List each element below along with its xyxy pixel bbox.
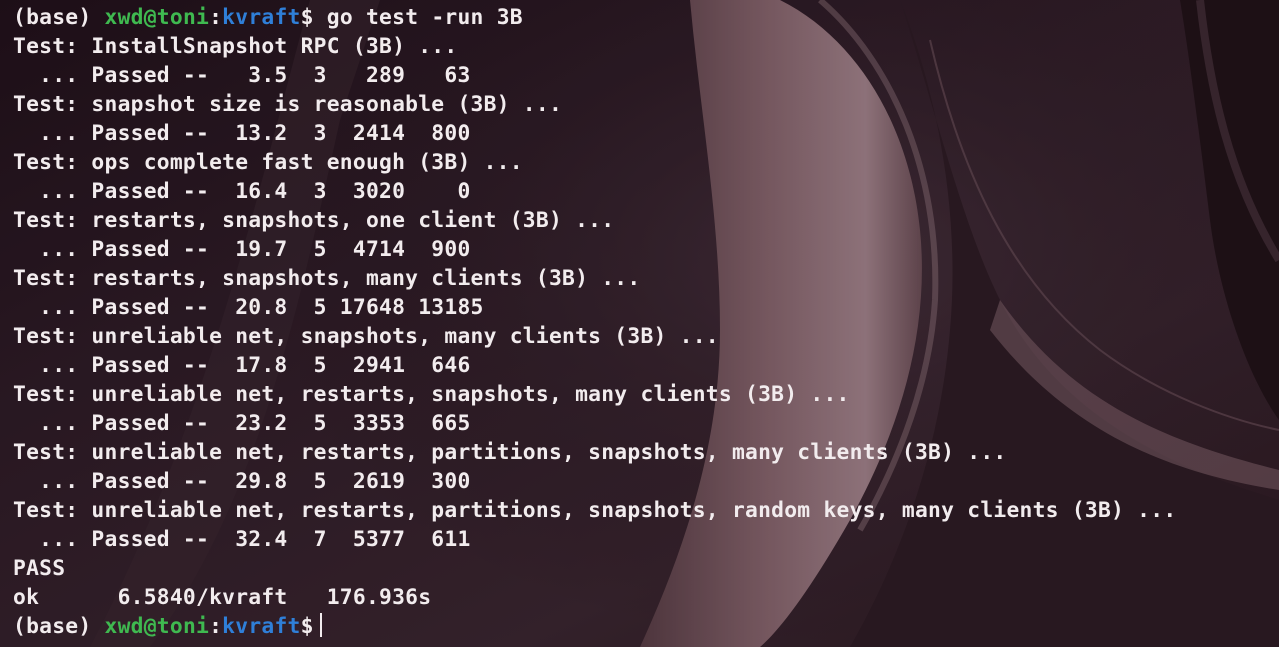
output-line: ... Passed -- 19.7 5 4714 900 [13,237,471,262]
command-text: go test -run 3B [326,5,523,30]
output-line: ... Passed -- 32.4 7 5377 611 [13,527,471,552]
output-line: Test: restarts, snapshots, one client (3… [13,208,615,233]
output-line: PASS [13,556,66,581]
output-line: Test: unreliable net, restarts, partitio… [13,440,1007,465]
output-line: Test: unreliable net, restarts, snapshot… [13,382,850,407]
prompt-separator: : [209,614,223,639]
output-line: ... Passed -- 3.5 3 289 63 [13,63,471,88]
output-line: ... Passed -- 17.8 5 2941 646 [13,353,471,378]
prompt-env: (base) [13,614,92,639]
terminal-output[interactable]: (base) xwd@toni:kvraft$ go test -run 3B … [13,3,1273,641]
output-line: Test: InstallSnapshot RPC (3B) ... [13,34,458,59]
output-line: ... Passed -- 23.2 5 3353 665 [13,411,471,436]
output-line: ... Passed -- 13.2 3 2414 800 [13,121,471,146]
prompt-path: kvraft [222,614,301,639]
output-line: Test: unreliable net, snapshots, many cl… [13,324,719,349]
output-line: ok 6.5840/kvraft 176.936s [13,585,432,610]
prompt-symbol: $ [300,614,314,639]
output-line: Test: snapshot size is reasonable (3B) .… [13,92,563,117]
prompt-separator: : [209,5,223,30]
active-prompt-line[interactable]: (base) xwd@toni:kvraft$ [13,612,1273,641]
prompt-symbol: $ [300,5,314,30]
output-line: Test: unreliable net, restarts, partitio… [13,498,1177,523]
prompt-user-host: xwd@toni [104,614,210,639]
prompt-path: kvraft [222,5,301,30]
output-line: ... Passed -- 16.4 3 3020 0 [13,179,471,204]
command-line: (base) xwd@toni:kvraft$ go test -run 3B [13,3,1273,32]
text-cursor [319,613,322,637]
prompt-env: (base) [13,5,92,30]
output-line: Test: ops complete fast enough (3B) ... [13,150,523,175]
prompt-user-host: xwd@toni [104,5,210,30]
output-line: Test: restarts, snapshots, many clients … [13,266,641,291]
output-line: ... Passed -- 20.8 5 17648 13185 [13,295,484,320]
output-line: ... Passed -- 29.8 5 2619 300 [13,469,471,494]
